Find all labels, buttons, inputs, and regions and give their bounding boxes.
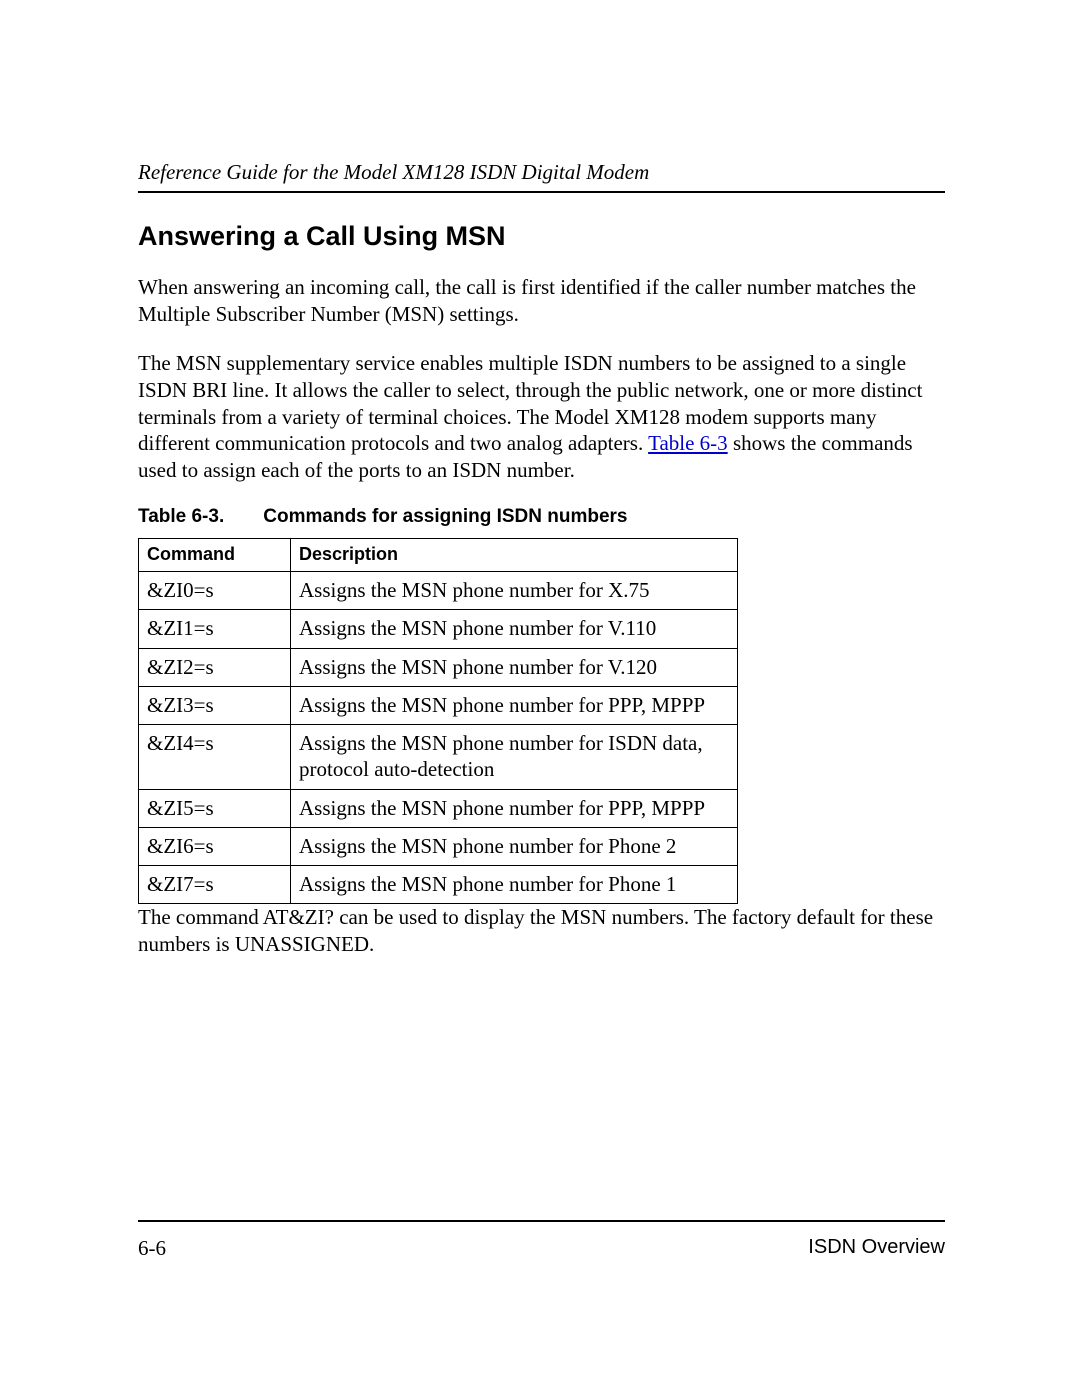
table-header-row: Command Description — [139, 539, 738, 572]
table-cross-reference-link[interactable]: Table 6-3 — [648, 431, 728, 455]
cell-command: &ZI5=s — [139, 789, 291, 827]
footer-section-title: ISDN Overview — [808, 1236, 945, 1261]
running-header: Reference Guide for the Model XM128 ISDN… — [138, 160, 945, 193]
cell-description: Assigns the MSN phone number for ISDN da… — [291, 725, 738, 790]
paragraph: When answering an incoming call, the cal… — [138, 274, 945, 328]
table-title: Commands for assigning ISDN numbers — [263, 506, 627, 527]
section-heading: Answering a Call Using MSN — [138, 221, 945, 252]
paragraph: The MSN supplementary service enables mu… — [138, 350, 945, 484]
table-row: &ZI3=s Assigns the MSN phone number for … — [139, 686, 738, 724]
cell-command: &ZI0=s — [139, 572, 291, 610]
table-caption: Table 6-3. Commands for assigning ISDN n… — [138, 506, 945, 528]
paragraph: The command AT&ZI? can be used to displa… — [138, 904, 945, 958]
cell-description: Assigns the MSN phone number for PPP, MP… — [291, 686, 738, 724]
table-row: &ZI1=s Assigns the MSN phone number for … — [139, 610, 738, 648]
table-row: &ZI5=s Assigns the MSN phone number for … — [139, 789, 738, 827]
cell-command: &ZI4=s — [139, 725, 291, 790]
cell-description: Assigns the MSN phone number for V.120 — [291, 648, 738, 686]
column-header-command: Command — [139, 539, 291, 572]
cell-description: Assigns the MSN phone number for Phone 1 — [291, 866, 738, 904]
page-footer: 6-6 ISDN Overview — [138, 1220, 945, 1261]
cell-command: &ZI2=s — [139, 648, 291, 686]
table-number: Table 6-3. — [138, 506, 258, 528]
cell-command: &ZI1=s — [139, 610, 291, 648]
cell-description: Assigns the MSN phone number for X.75 — [291, 572, 738, 610]
table-row: &ZI4=s Assigns the MSN phone number for … — [139, 725, 738, 790]
commands-table: Command Description &ZI0=s Assigns the M… — [138, 538, 738, 904]
cell-description: Assigns the MSN phone number for PPP, MP… — [291, 789, 738, 827]
document-page: Reference Guide for the Model XM128 ISDN… — [0, 0, 1080, 1397]
cell-command: &ZI7=s — [139, 866, 291, 904]
table-row: &ZI6=s Assigns the MSN phone number for … — [139, 827, 738, 865]
cell-command: &ZI3=s — [139, 686, 291, 724]
cell-description: Assigns the MSN phone number for Phone 2 — [291, 827, 738, 865]
cell-command: &ZI6=s — [139, 827, 291, 865]
column-header-description: Description — [291, 539, 738, 572]
page-number: 6-6 — [138, 1236, 166, 1261]
table-row: &ZI2=s Assigns the MSN phone number for … — [139, 648, 738, 686]
table-row: &ZI7=s Assigns the MSN phone number for … — [139, 866, 738, 904]
table-row: &ZI0=s Assigns the MSN phone number for … — [139, 572, 738, 610]
cell-description: Assigns the MSN phone number for V.110 — [291, 610, 738, 648]
